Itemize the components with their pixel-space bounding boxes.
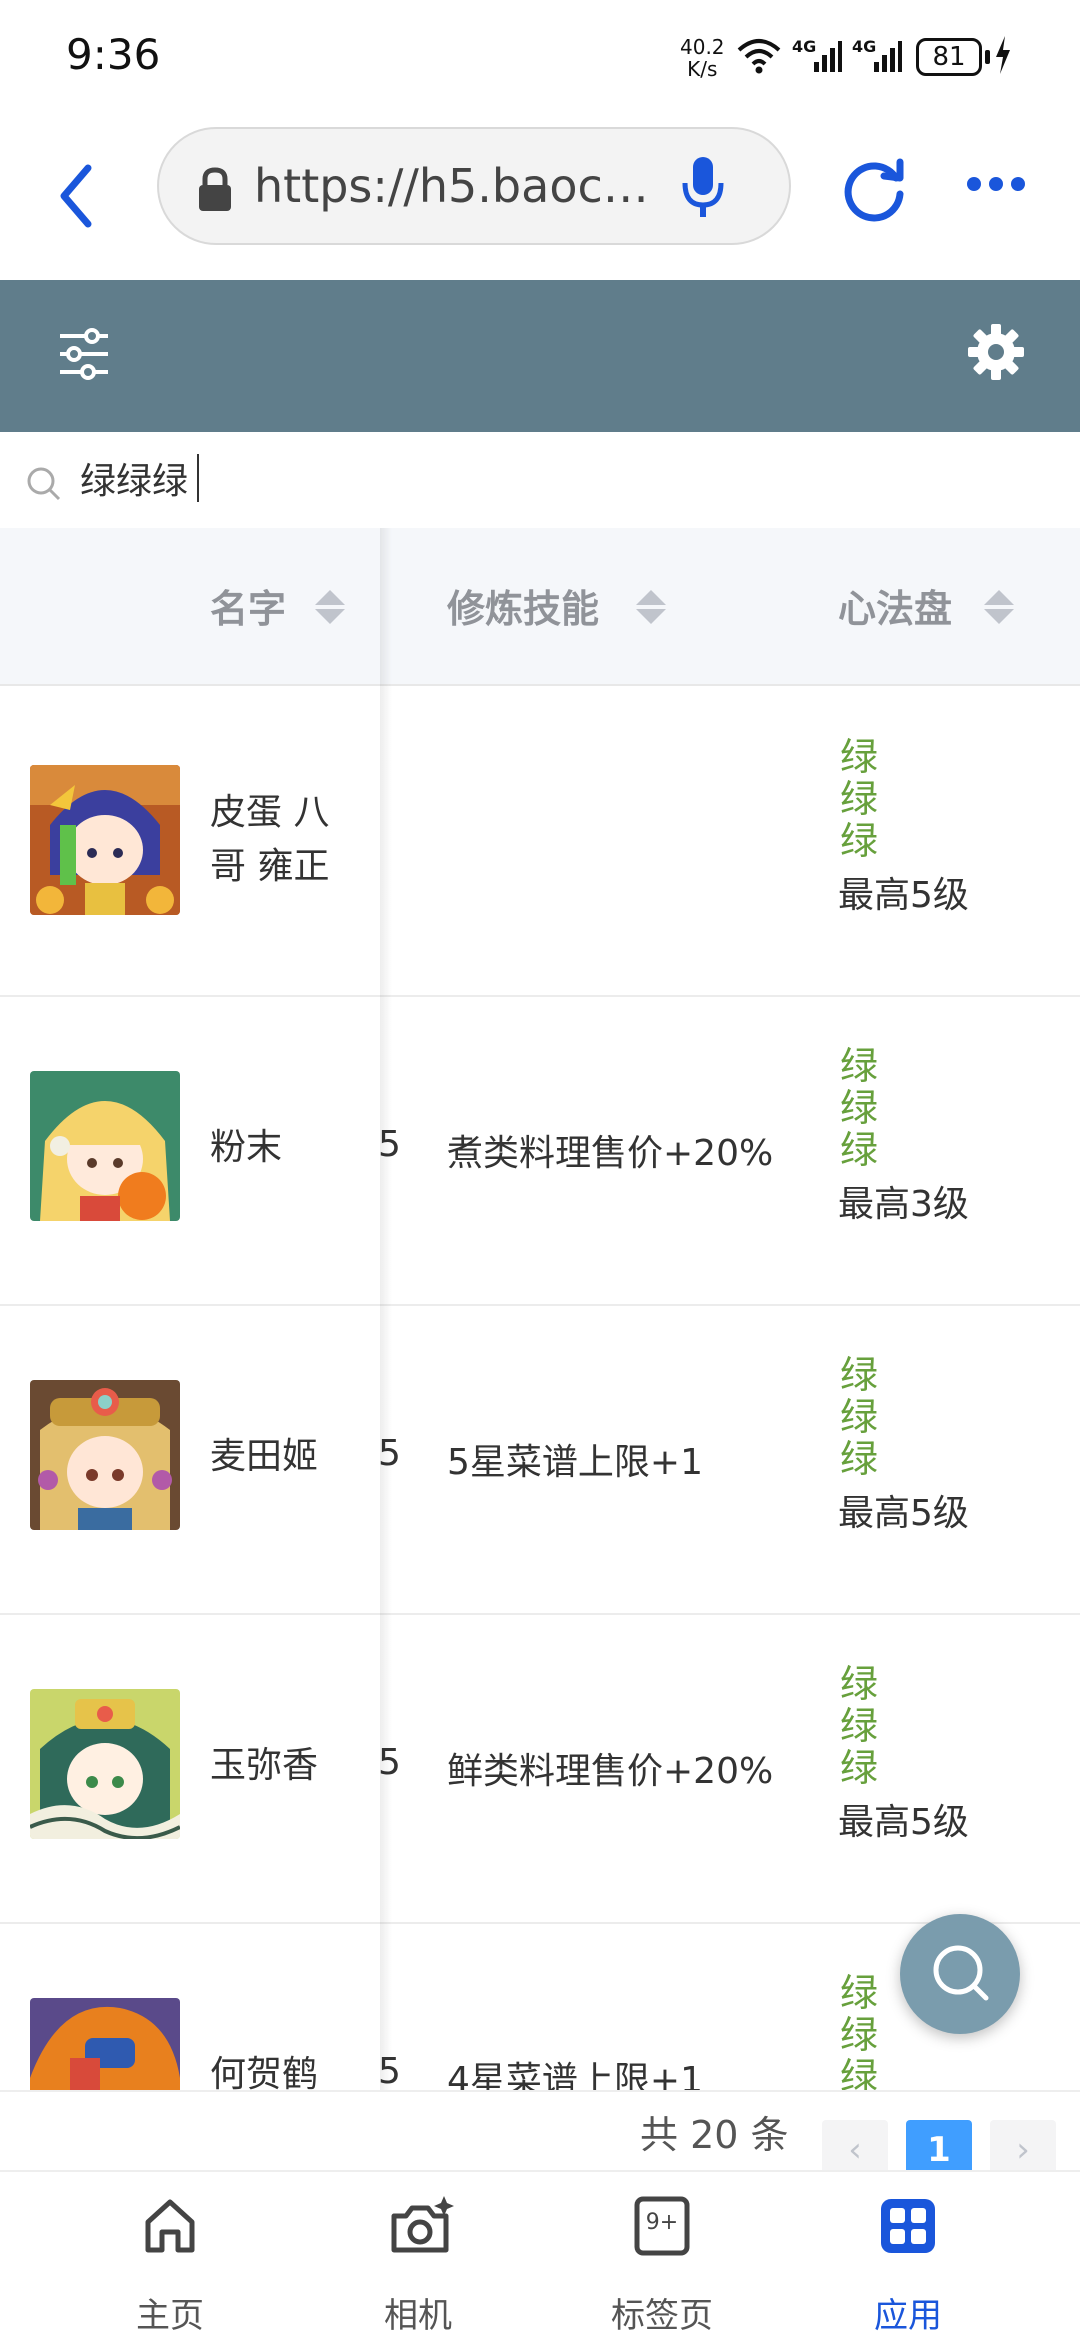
signal-4g-icon: 4G: [792, 37, 842, 72]
character-name: 麦田姬: [210, 1436, 319, 1477]
battery-nub: [985, 50, 990, 64]
fixed-column-shadow: [380, 528, 392, 2090]
heart-disk-value: 绿绿绿: [840, 1044, 879, 1172]
table-row[interactable]: 粉末 5 煮类料理售价+20% 绿绿绿 最高3级: [0, 997, 1080, 1306]
microphone-icon[interactable]: [679, 155, 727, 221]
skill-value: 煮类料理售价+20%: [447, 1133, 774, 1174]
camera-icon: [391, 2196, 454, 2253]
wifi-icon: [737, 39, 781, 74]
network-speed: 40.2 K/s: [680, 36, 725, 80]
tabs-count-badge: 9+: [645, 2210, 679, 2235]
max-level: 最高3级: [838, 1184, 969, 1225]
signal-4g-icon-2: 4G: [852, 37, 902, 72]
character-name: 皮蛋 八哥 雍正: [210, 792, 330, 887]
filter-sliders-icon[interactable]: [58, 328, 110, 380]
table-row[interactable]: 麦田姬 5 5星菜谱上限+1 绿绿绿 最高5级: [0, 1306, 1080, 1615]
column-header-heart-disk[interactable]: 心法盘: [838, 578, 952, 633]
settings-gear-icon[interactable]: [966, 322, 1026, 382]
app-header: [0, 280, 1080, 432]
more-menu-button[interactable]: [966, 176, 1026, 192]
search-icon: [27, 467, 61, 501]
character-table: 名字 修炼技能 心法盘 皮蛋 八哥 雍正 绿绿绿 最高5级 粉末 煮类料理售价+…: [0, 528, 1080, 2090]
nav-camera[interactable]: 相机: [318, 2196, 518, 2336]
character-avatar: [30, 1689, 180, 1839]
back-button[interactable]: [50, 156, 110, 236]
text-caret: [197, 454, 199, 502]
total-count: 共 20 条: [640, 2113, 789, 2157]
table-header: 名字 修炼技能 心法盘: [0, 528, 1080, 686]
search-bar: [0, 432, 1080, 528]
network-speed-unit: K/s: [687, 57, 718, 81]
sort-icon[interactable]: [984, 590, 1014, 624]
heart-disk-value: 绿绿绿: [840, 735, 879, 863]
nav-home[interactable]: 主页: [70, 2196, 270, 2336]
character-name: 粉末: [210, 1127, 283, 1168]
character-avatar: [30, 765, 180, 915]
character-avatar: [30, 1380, 180, 1530]
table-row[interactable]: 玉弥香 5 鲜类料理售价+20% 绿绿绿 最高5级: [0, 1615, 1080, 1924]
bottom-navigation: 主页 相机 9+ 标签页 应用: [0, 2170, 1080, 2340]
address-bar[interactable]: https://h5.baoc…: [157, 127, 791, 245]
floating-search-button[interactable]: [900, 1914, 1020, 2034]
svg-text:4G: 4G: [792, 37, 816, 56]
column-header-skill[interactable]: 修炼技能: [447, 578, 599, 633]
search-input[interactable]: [80, 452, 980, 504]
browser-toolbar: https://h5.baoc…: [0, 120, 1080, 280]
search-icon: [933, 1945, 989, 2001]
nav-apps[interactable]: 应用: [808, 2196, 1008, 2336]
character-avatar: [30, 1998, 180, 2090]
skill-value: 5星菜谱上限+1: [447, 1442, 703, 1483]
character-avatar: [30, 1071, 180, 1221]
nav-label: 标签页: [611, 2296, 713, 2336]
character-name: 何贺鹤: [210, 2054, 319, 2090]
pagination: 共 20 条 ‹ 1 ›: [0, 2090, 1080, 2180]
status-time: 9:36: [66, 30, 161, 79]
url-text: https://h5.baoc…: [254, 159, 649, 213]
character-name: 玉弥香: [210, 1745, 319, 1786]
battery-indicator: 81: [916, 38, 982, 76]
nav-label: 主页: [136, 2296, 204, 2336]
max-level: 最高5级: [838, 1493, 969, 1534]
table-row[interactable]: 皮蛋 八哥 雍正 绿绿绿 最高5级: [0, 688, 1080, 997]
nav-label: 应用: [874, 2296, 942, 2336]
home-icon: [145, 2199, 195, 2253]
nav-label: 相机: [384, 2296, 452, 2336]
sort-icon[interactable]: [315, 590, 345, 624]
skill-value: 鲜类料理售价+20%: [447, 1751, 774, 1792]
reload-button[interactable]: [838, 156, 910, 228]
lock-icon: [199, 167, 231, 211]
heart-disk-value: 绿绿绿: [840, 1353, 879, 1481]
charging-icon: [996, 36, 1010, 74]
max-level: 最高5级: [838, 1802, 969, 1843]
heart-disk-value: 绿绿绿: [840, 1971, 879, 2090]
status-bar: 9:36 40.2 K/s 4G 4G 81: [0, 0, 1080, 120]
heart-disk-value: 绿绿绿: [840, 1662, 879, 1790]
nav-tabs[interactable]: 9+ 标签页: [562, 2196, 762, 2336]
skill-value: 4星菜谱上限+1: [447, 2060, 703, 2090]
sort-icon[interactable]: [636, 590, 666, 624]
max-level: 最高5级: [838, 875, 969, 916]
column-header-name[interactable]: 名字: [210, 578, 286, 633]
svg-text:4G: 4G: [852, 37, 876, 56]
network-speed-value: 40.2: [680, 35, 725, 59]
apps-grid-icon: [881, 2199, 935, 2253]
